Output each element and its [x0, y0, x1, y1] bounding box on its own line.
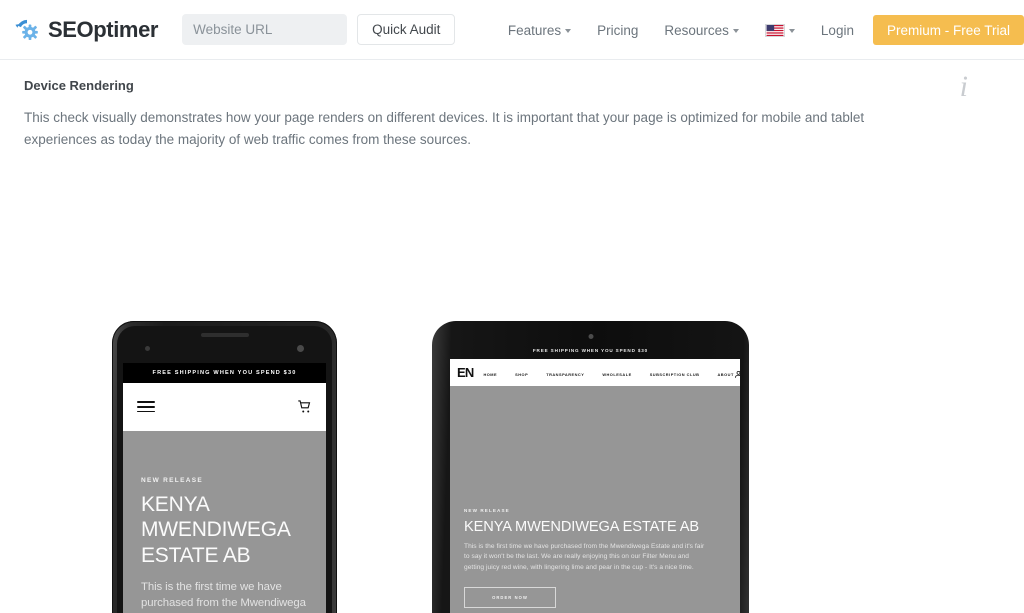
nav-item-resources-label: Resources	[664, 22, 729, 38]
mobile-hero: NEW RELEASE KENYA MWENDIWEGA ESTATE AB T…	[123, 430, 326, 613]
nav-item-features[interactable]: Features	[495, 23, 584, 38]
nav-item-features-label: Features	[507, 22, 562, 38]
phone-speaker-grille	[200, 332, 249, 337]
mobile-screen: FREE SHIPPING WHEN YOU SPEND $30 NEW REL…	[123, 362, 326, 613]
language-selector[interactable]	[752, 23, 808, 37]
mobile-shipping-banner: FREE SHIPPING WHEN YOU SPEND $30	[123, 362, 326, 383]
phone-sensor-icon	[145, 345, 150, 351]
tablet-nav-item-wholesale[interactable]: WHOLESALE	[602, 372, 631, 377]
device-rendering-section: Device Rendering This check visually dem…	[0, 60, 1024, 151]
premium-free-trial-button[interactable]: Premium - Free Trial	[872, 15, 1024, 45]
tablet-hero-eyebrow: NEW RELEASE	[464, 507, 510, 513]
login-link[interactable]: Login	[808, 23, 867, 38]
website-url-input[interactable]: Website URL	[182, 14, 348, 45]
tablet-nav-links: HOME SHOP TRANSPARENCY WHOLESALE SUBSCRI…	[483, 372, 733, 377]
tablet-nav-item-subscription-club[interactable]: SUBSCRIPTION CLUB	[650, 372, 700, 377]
tablet-shipping-banner: FREE SHIPPING WHEN YOU SPEND $30	[532, 347, 649, 353]
chevron-down-icon	[788, 29, 795, 33]
nav-item-resources[interactable]: Resources	[651, 23, 752, 38]
website-url-placeholder: Website URL	[193, 22, 273, 37]
us-flag-icon	[764, 23, 785, 37]
nav-item-pricing[interactable]: Pricing	[584, 23, 651, 38]
mobile-device-mockup: FREE SHIPPING WHEN YOU SPEND $30 NEW REL…	[112, 320, 337, 613]
hamburger-menu-icon[interactable]	[137, 398, 155, 416]
phone-camera-icon	[297, 344, 304, 352]
mobile-hero-eyebrow: NEW RELEASE	[141, 476, 203, 484]
shopping-cart-icon[interactable]	[297, 399, 312, 414]
chevron-down-icon	[565, 29, 572, 33]
device-preview-stage: FREE SHIPPING WHEN YOU SPEND $30 NEW REL…	[0, 151, 1024, 613]
mobile-hero-title: KENYA MWENDIWEGA ESTATE AB	[141, 492, 290, 567]
primary-nav: Features Pricing Resources Login Premium…	[495, 0, 1024, 60]
section-description: This check visually demonstrates how you…	[24, 110, 865, 147]
info-icon[interactable]: i	[960, 72, 968, 102]
mobile-hero-body: This is the first time we have purchased…	[141, 580, 306, 610]
tablet-device-mockup: FREE SHIPPING WHEN YOU SPEND $30 EN HOME…	[432, 320, 749, 613]
tablet-camera-icon	[588, 333, 593, 339]
order-now-button[interactable]: ORDER NOW	[464, 586, 556, 608]
mobile-site-nav	[123, 382, 326, 431]
top-navigation-bar: SEOptimer Website URL Quick Audit Featur…	[0, 0, 1024, 60]
quick-audit-button[interactable]: Quick Audit	[357, 14, 456, 45]
tablet-nav-item-home[interactable]: HOME	[483, 372, 497, 377]
tablet-hero: NEW RELEASE KENYA MWENDIWEGA ESTATE AB T…	[450, 385, 740, 613]
tablet-hero-title: KENYA MWENDIWEGA ESTATE AB	[464, 518, 699, 535]
page-title: Device Rendering	[24, 78, 134, 93]
gear-arrow-logo-icon	[12, 15, 42, 45]
tablet-nav-item-transparency[interactable]: TRANSPARENCY	[546, 372, 584, 377]
tablet-screen: EN HOME SHOP TRANSPARENCY WHOLESALE SUBS…	[450, 358, 740, 613]
tablet-nav-item-shop[interactable]: SHOP	[515, 372, 528, 377]
chevron-down-icon	[732, 29, 739, 33]
tablet-site-logo[interactable]: EN	[457, 365, 474, 380]
nav-item-pricing-label: Pricing	[597, 22, 639, 38]
tablet-nav-item-about[interactable]: ABOUT	[717, 372, 733, 377]
account-person-icon[interactable]	[734, 366, 740, 379]
tablet-hero-body: This is the first time we have purchased…	[464, 542, 705, 572]
brand-logo[interactable]: SEOptimer	[12, 15, 159, 45]
tablet-site-nav: EN HOME SHOP TRANSPARENCY WHOLESALE SUBS…	[450, 358, 740, 386]
brand-name: SEOptimer	[48, 16, 159, 42]
